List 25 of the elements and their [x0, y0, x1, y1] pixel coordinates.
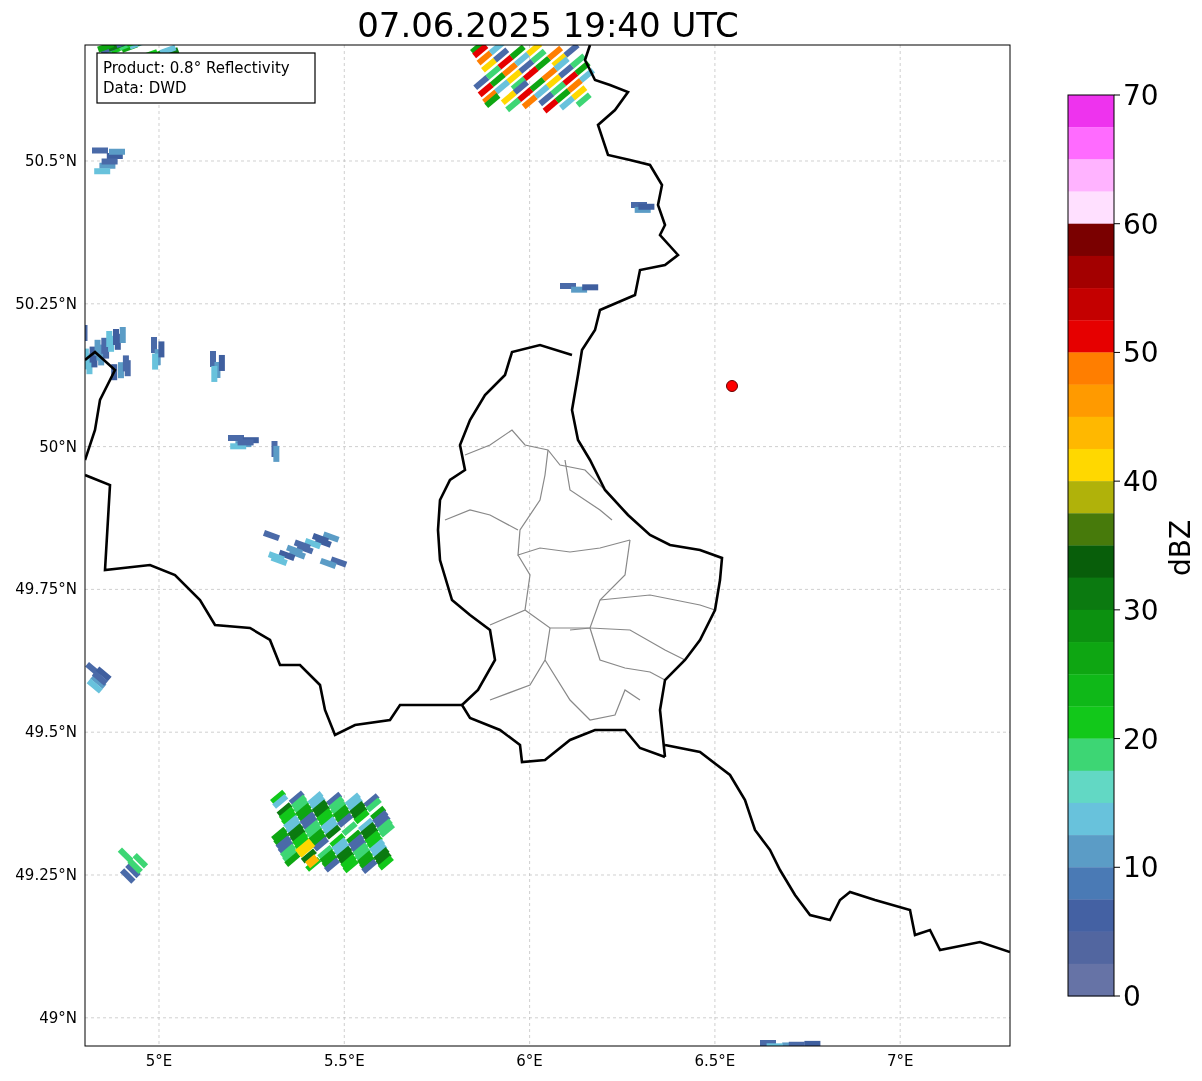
colorbar-label: dBZ	[1164, 519, 1197, 577]
location-marker	[726, 380, 738, 392]
colorbar-tick-label: 30	[1123, 593, 1159, 627]
latitude-tick-label: 49.5°N	[24, 723, 77, 742]
longitude-tick-label: 6.5°E	[694, 1052, 736, 1070]
colorbar-tick-label: 10	[1123, 851, 1159, 885]
longitude-tick-label: 5°E	[145, 1052, 173, 1070]
colorbar-tick-label: 60	[1123, 207, 1159, 241]
longitude-tick-label: 6°E	[516, 1052, 543, 1070]
latitude-tick-label: 50.25°N	[15, 294, 77, 313]
colorbar-tick-label: 20	[1123, 722, 1159, 756]
info-text: Product: 0.8° Reflectivity	[103, 59, 290, 77]
longitude-tick-label: 5.5°E	[323, 1052, 365, 1070]
latitude-tick-label: 49°N	[39, 1008, 77, 1027]
latitude-tick-label: 49.75°N	[15, 580, 77, 599]
chart-title: 07.06.2025 19:40 UTC	[357, 5, 739, 45]
latitude-tick-label: 49.25°N	[15, 866, 77, 884]
latitude-tick-label: 50.5°N	[24, 152, 77, 170]
info-text: Data: DWD	[103, 79, 187, 97]
longitude-tick-label: 7°E	[886, 1052, 914, 1070]
latitude-tick-label: 50°N	[39, 437, 77, 456]
colorbar-tick-label: 50	[1123, 336, 1159, 370]
colorbar-tick-label: 0	[1123, 980, 1141, 1013]
colorbar-tick-label: 70	[1123, 79, 1159, 112]
colorbar-tick-label: 40	[1123, 465, 1159, 499]
